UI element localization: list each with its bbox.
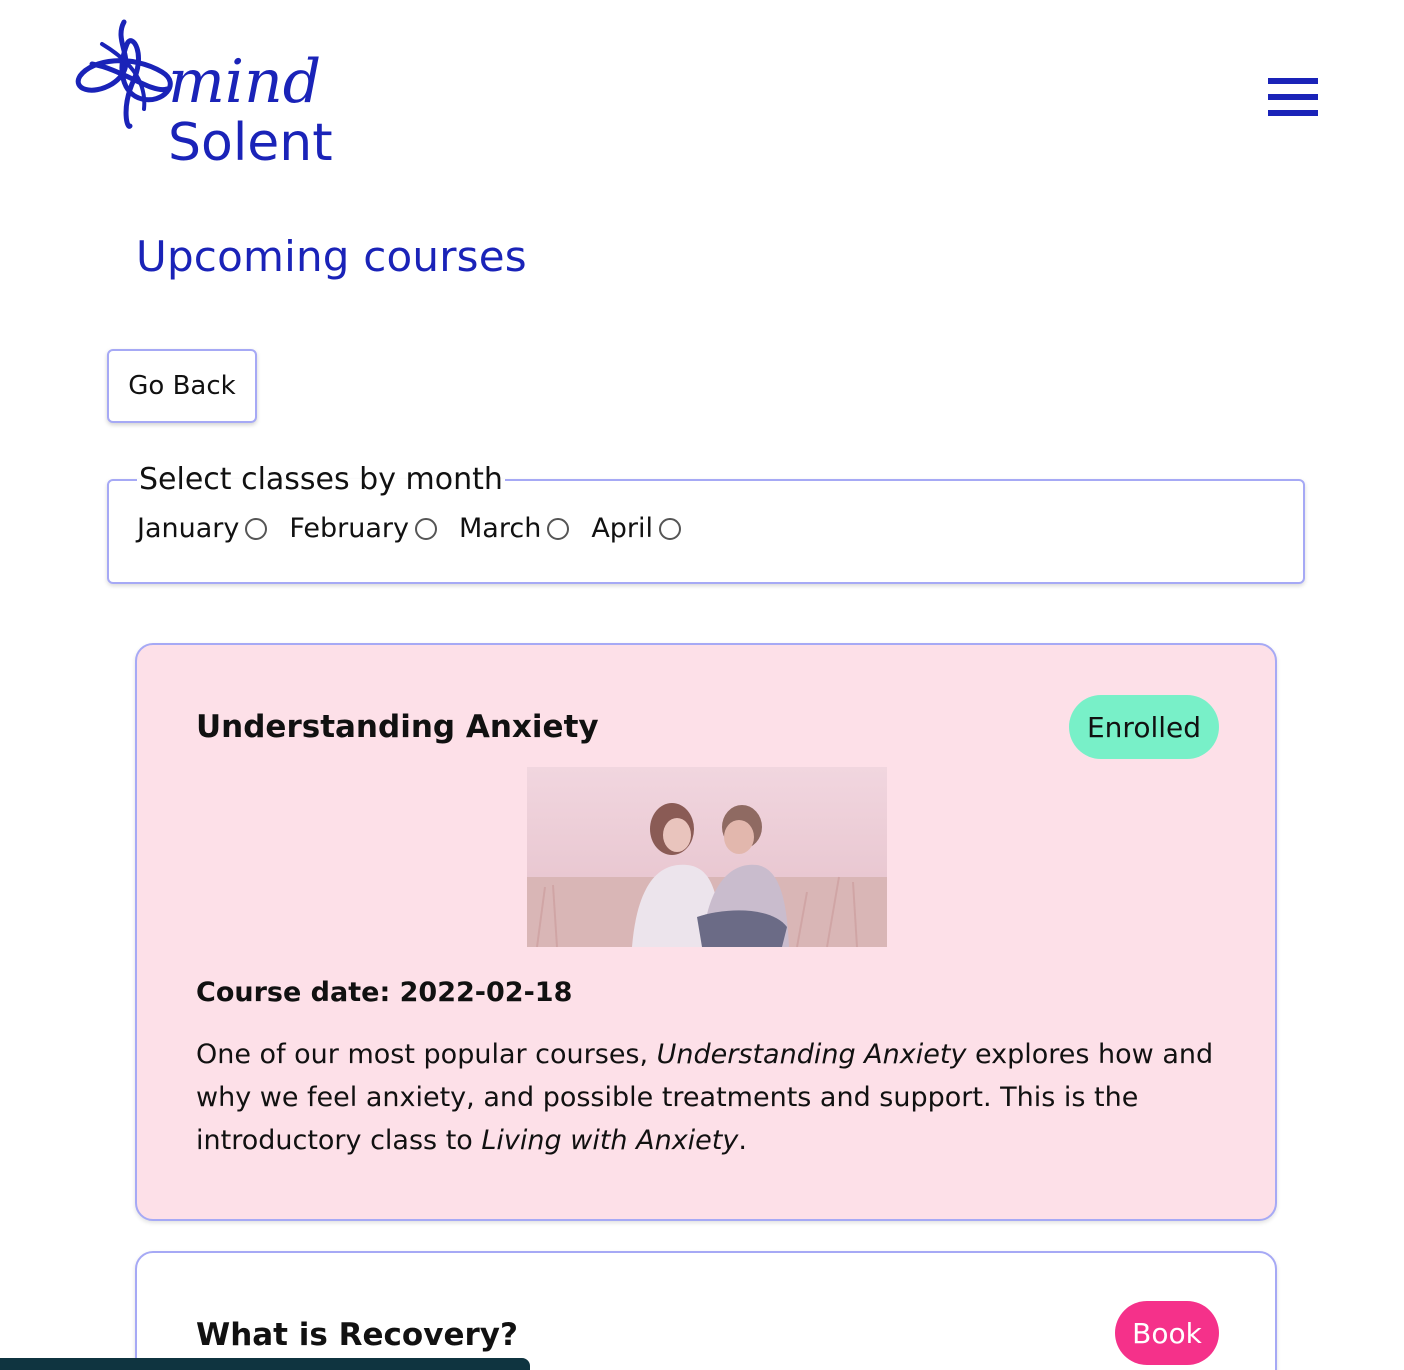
course-date: Course date: 2022-02-18 [196, 977, 573, 1008]
month-option-march[interactable]: March [459, 513, 570, 544]
svg-text:Solent: Solent [168, 113, 333, 170]
mind-solent-logo[interactable]: mind Solent [72, 14, 352, 173]
page: mind Solent Upcoming courses Go Back Sel… [0, 0, 1404, 1370]
bottom-bar [0, 1358, 530, 1370]
logo-scribble-icon: mind Solent [75, 19, 333, 173]
month-label: April [591, 513, 654, 544]
desc-emphasis: Understanding Anxiety [656, 1039, 967, 1070]
month-option-april[interactable]: April [591, 513, 682, 544]
hamburger-icon[interactable] [1268, 78, 1320, 116]
course-card: Understanding Anxiety Enrolled Course da… [135, 643, 1277, 1221]
desc-text: . [738, 1125, 747, 1156]
radio-march[interactable] [547, 517, 570, 540]
month-option-february[interactable]: February [289, 513, 438, 544]
hamburger-bar [1268, 94, 1318, 100]
course-title: What is Recovery? [196, 1317, 518, 1353]
month-label: January [137, 513, 240, 544]
hamburger-bar [1268, 110, 1318, 116]
course-card: What is Recovery? Book [135, 1251, 1277, 1370]
page-title: Upcoming courses [136, 232, 527, 281]
enrolled-badge: Enrolled [1069, 695, 1219, 759]
desc-text: One of our most popular courses, [196, 1039, 657, 1070]
course-photo-icon [527, 767, 887, 947]
radio-january[interactable] [245, 517, 268, 540]
svg-text:mind: mind [168, 47, 321, 117]
month-option-january[interactable]: January [137, 513, 268, 544]
course-description: One of our most popular courses, Underst… [196, 1033, 1226, 1162]
desc-emphasis: Living with Anxiety [481, 1125, 739, 1156]
radio-april[interactable] [659, 517, 682, 540]
course-image [527, 767, 887, 947]
month-options: January February March April [137, 513, 1303, 544]
month-label: March [459, 513, 542, 544]
course-title: Understanding Anxiety [196, 709, 599, 745]
month-filter: Select classes by month January February… [107, 462, 1305, 584]
go-back-button[interactable]: Go Back [107, 349, 257, 423]
month-label: February [289, 513, 410, 544]
book-button[interactable]: Book [1115, 1301, 1219, 1365]
month-filter-legend: Select classes by month [139, 462, 503, 497]
hamburger-bar [1268, 78, 1318, 84]
radio-february[interactable] [415, 517, 438, 540]
